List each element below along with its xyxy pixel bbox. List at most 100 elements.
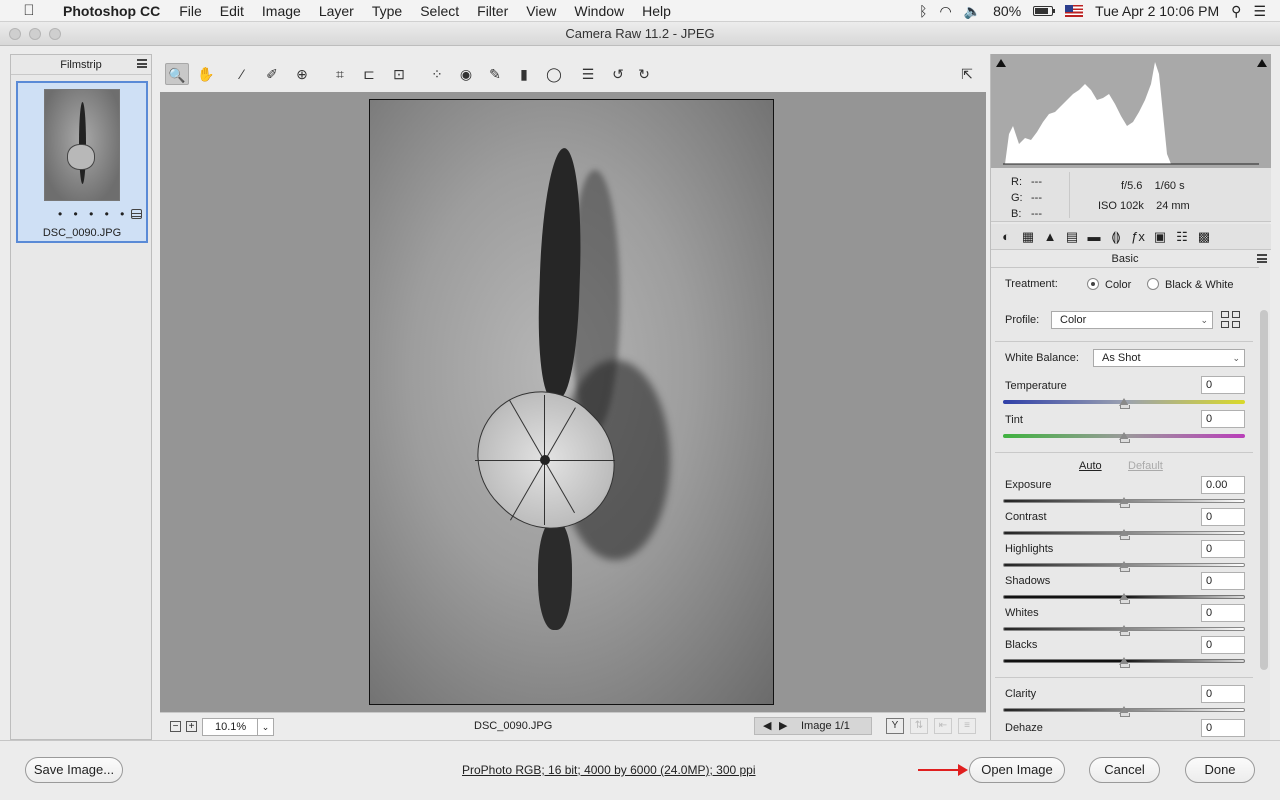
menu-type[interactable]: Type xyxy=(363,3,411,19)
menu-file[interactable]: File xyxy=(170,3,211,19)
whites-slider-handle[interactable] xyxy=(1119,625,1130,636)
shadow-clipping-warning-icon[interactable] xyxy=(995,58,1006,69)
treatment-color-option[interactable]: Color xyxy=(1087,278,1131,291)
exposure-slider-handle[interactable] xyxy=(1119,497,1130,508)
zoom-out-button[interactable]: − xyxy=(170,721,181,732)
spot-removal-tool-icon[interactable]: ⁘ xyxy=(425,63,449,85)
exposure-input[interactable]: 0.00 xyxy=(1201,476,1245,494)
profile-select[interactable]: Color ⌄ xyxy=(1051,311,1213,329)
battery-icon[interactable] xyxy=(1033,6,1056,16)
previous-image-icon[interactable]: ◀ xyxy=(763,718,771,734)
temperature-input[interactable]: 0 xyxy=(1201,376,1245,394)
menu-layer[interactable]: Layer xyxy=(310,3,363,19)
menu-filter[interactable]: Filter xyxy=(468,3,517,19)
volume-icon[interactable]: 🔈 xyxy=(964,3,981,20)
tab-snapshots-icon[interactable]: ▩ xyxy=(1193,228,1215,246)
spotlight-search-icon[interactable]: ⚲ xyxy=(1231,3,1241,20)
rotate-cw-icon[interactable]: ↻ xyxy=(632,63,656,85)
targeted-adjustment-tool-icon[interactable]: ⊕ xyxy=(290,63,314,85)
zoom-in-button[interactable]: + xyxy=(186,721,197,732)
crop-tool-icon[interactable]: ⌗ xyxy=(328,63,352,85)
color-sampler-tool-icon[interactable]: ✐ xyxy=(260,63,284,85)
temperature-slider-handle[interactable] xyxy=(1119,398,1130,409)
save-image-button[interactable]: Save Image... xyxy=(25,757,123,783)
open-image-button[interactable]: Open Image xyxy=(969,757,1065,783)
menu-help[interactable]: Help xyxy=(633,3,680,19)
blacks-slider-handle[interactable] xyxy=(1119,657,1130,668)
tint-slider-handle[interactable] xyxy=(1119,432,1130,443)
tint-input[interactable]: 0 xyxy=(1201,410,1245,428)
panel-menu-icon[interactable] xyxy=(1257,254,1267,263)
tab-detail-icon[interactable]: ▲ xyxy=(1039,228,1061,246)
default-link[interactable]: Default xyxy=(1128,460,1163,472)
wifi-icon[interactable]: ◠ xyxy=(939,3,951,20)
tab-hsl-icon[interactable]: ▤ xyxy=(1061,228,1083,246)
done-button[interactable]: Done xyxy=(1185,757,1255,783)
blacks-input[interactable]: 0 xyxy=(1201,636,1245,654)
menu-window[interactable]: Window xyxy=(565,3,633,19)
cancel-button[interactable]: Cancel xyxy=(1089,757,1160,783)
rotate-ccw-icon[interactable]: ↺ xyxy=(606,63,630,85)
next-image-icon[interactable]: ▶ xyxy=(779,718,787,734)
straighten-tool-icon[interactable]: ⊏ xyxy=(357,63,381,85)
shadows-input[interactable]: 0 xyxy=(1201,572,1245,590)
tab-basic-icon[interactable]: ◐ xyxy=(995,228,1017,246)
image-preview-area[interactable] xyxy=(160,92,986,712)
notification-center-icon[interactable]: ☰ xyxy=(1253,3,1266,20)
hand-tool-icon[interactable]: ✋ xyxy=(194,63,218,85)
zoom-level-select[interactable]: 10.1% ⌄ xyxy=(202,718,274,736)
tab-tone-curve-icon[interactable]: ▦ xyxy=(1017,228,1039,246)
zoom-window-button[interactable] xyxy=(49,28,61,40)
tab-calibration-icon[interactable]: ▣ xyxy=(1149,228,1171,246)
tab-effects-icon[interactable]: ƒx xyxy=(1127,228,1149,246)
bluetooth-icon[interactable]: ᛒ xyxy=(919,3,927,19)
highlights-slider-handle[interactable] xyxy=(1119,561,1130,572)
clarity-input[interactable]: 0 xyxy=(1201,685,1245,703)
tab-split-toning-icon[interactable]: ▬ xyxy=(1083,228,1105,246)
menu-app-name[interactable]: Photoshop CC xyxy=(54,3,170,19)
color-radio[interactable] xyxy=(1087,278,1099,290)
white-balance-tool-icon[interactable]: ⁄ xyxy=(230,63,254,85)
tab-presets-icon[interactable]: ☷ xyxy=(1171,228,1193,246)
apple-menu-icon[interactable]:  xyxy=(20,2,38,19)
toggle-fullscreen-icon[interactable]: ⇱ xyxy=(955,63,979,85)
panel-scrollbar[interactable] xyxy=(1260,270,1268,740)
shadows-slider-handle[interactable] xyxy=(1119,593,1130,604)
clock[interactable]: Tue Apr 2 10:06 PM xyxy=(1095,3,1219,19)
dehaze-input[interactable]: 0 xyxy=(1201,719,1245,737)
menu-select[interactable]: Select xyxy=(411,3,468,19)
red-eye-tool-icon[interactable]: ◉ xyxy=(454,63,478,85)
tab-lens-corrections-icon[interactable]: ⟬⟭ xyxy=(1105,228,1127,246)
filmstrip-thumbnail[interactable]: • • • • • DSC_0090.JPG xyxy=(16,81,148,243)
black-white-radio[interactable] xyxy=(1147,278,1159,290)
graduated-filter-tool-icon[interactable]: ▮ xyxy=(512,63,536,85)
swap-before-after-icon[interactable]: ⇅ xyxy=(910,718,928,734)
battery-percent[interactable]: 80% xyxy=(993,3,1021,19)
radial-filter-tool-icon[interactable]: ◯ xyxy=(542,63,566,85)
close-window-button[interactable] xyxy=(9,28,21,40)
before-after-view-icon[interactable]: Y xyxy=(886,718,904,734)
rating-dots[interactable]: • • • • • xyxy=(58,207,128,221)
menu-image[interactable]: Image xyxy=(253,3,310,19)
filmstrip-menu-icon[interactable] xyxy=(137,59,147,68)
white-balance-select[interactable]: As Shot ⌄ xyxy=(1093,349,1245,367)
minimize-window-button[interactable] xyxy=(29,28,41,40)
treatment-bw-option[interactable]: Black & White xyxy=(1147,278,1233,291)
adjustment-brush-tool-icon[interactable]: ✎ xyxy=(483,63,507,85)
auto-link[interactable]: Auto xyxy=(1079,460,1102,472)
transform-tool-icon[interactable]: ⊡ xyxy=(387,63,411,85)
menu-view[interactable]: View xyxy=(517,3,565,19)
contrast-slider-handle[interactable] xyxy=(1119,529,1130,540)
contrast-input[interactable]: 0 xyxy=(1201,508,1245,526)
input-source-flag-icon[interactable] xyxy=(1065,5,1084,17)
workflow-options-link[interactable]: ProPhoto RGB; 16 bit; 4000 by 6000 (24.0… xyxy=(462,763,756,777)
copy-settings-icon[interactable]: ⇤ xyxy=(934,718,952,734)
preferences-icon[interactable]: ☰ xyxy=(576,63,600,85)
whites-input[interactable]: 0 xyxy=(1201,604,1245,622)
profile-browser-icon[interactable] xyxy=(1221,311,1241,329)
toggle-default-icon[interactable]: ≡ xyxy=(958,718,976,734)
highlight-clipping-warning-icon[interactable] xyxy=(1256,58,1267,69)
highlights-input[interactable]: 0 xyxy=(1201,540,1245,558)
menu-edit[interactable]: Edit xyxy=(211,3,253,19)
zoom-tool-icon[interactable]: 🔍 xyxy=(165,63,189,85)
